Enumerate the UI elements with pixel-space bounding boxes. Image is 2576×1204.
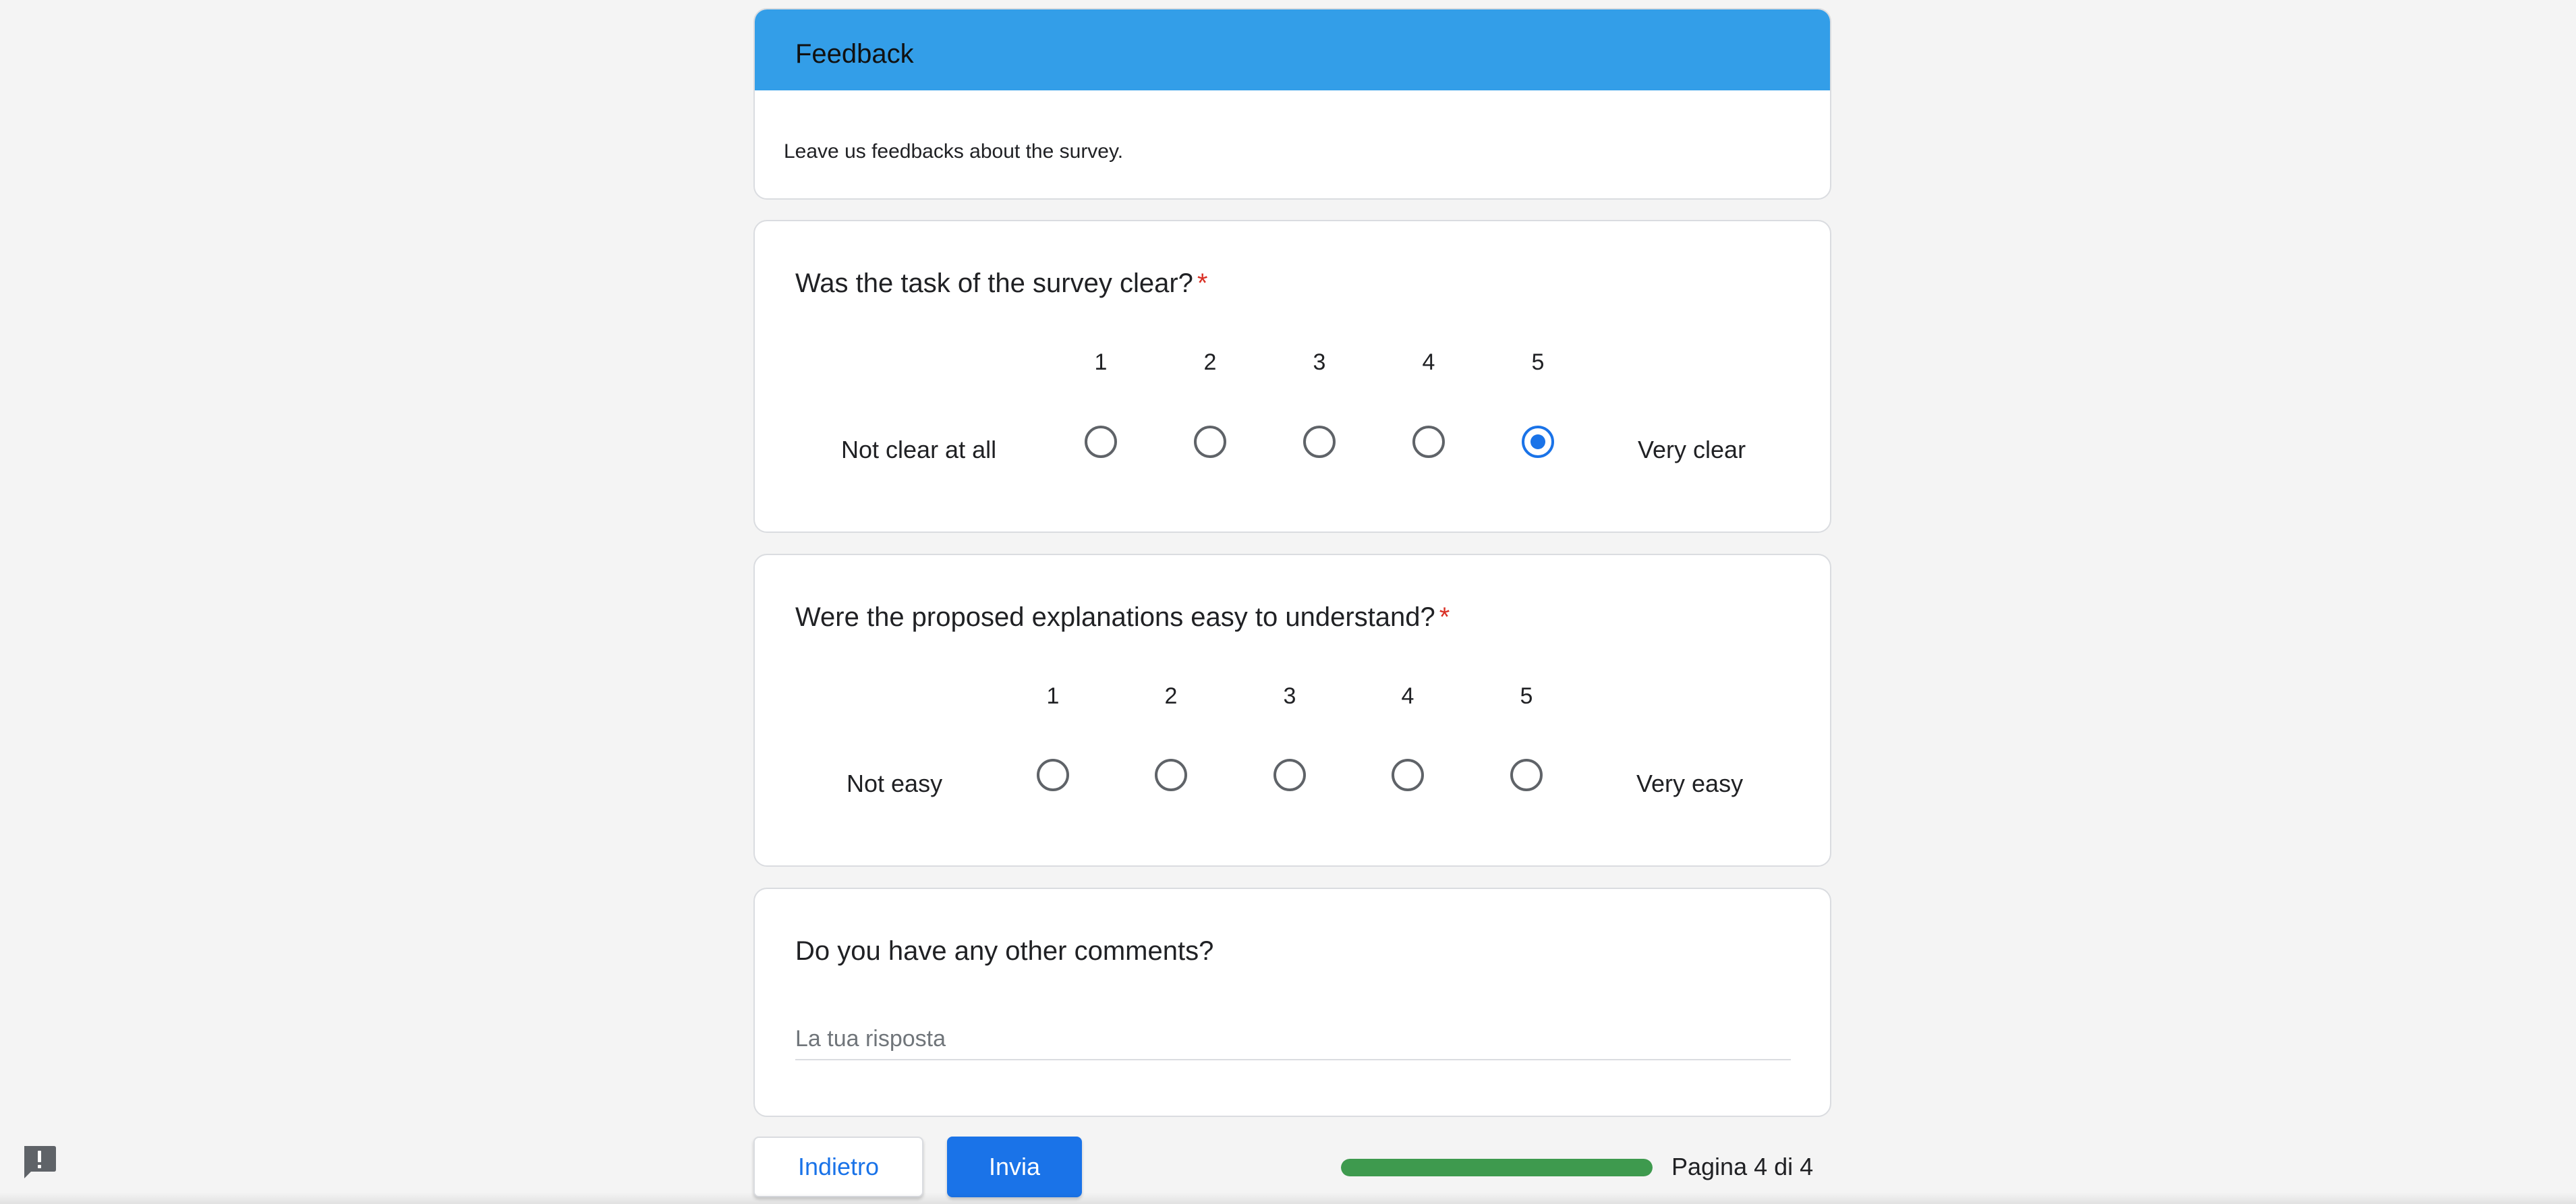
radio-option-3[interactable] (1303, 426, 1336, 458)
scale-number-1: 1 (1046, 683, 1060, 709)
back-button[interactable]: Indietro (753, 1137, 923, 1197)
required-asterisk: * (1439, 602, 1450, 632)
radio-option-4[interactable] (1392, 759, 1424, 791)
scale-number-4: 4 (1401, 683, 1414, 709)
scale-number-5: 5 (1520, 683, 1533, 709)
radio-option-4[interactable] (1412, 426, 1445, 458)
radio-option-3[interactable] (1273, 759, 1306, 791)
scale-min-label: Not clear at all (841, 436, 997, 463)
scale-number-1: 1 (1094, 349, 1108, 375)
scale-min-label: Not easy (847, 770, 943, 797)
required-asterisk: * (1197, 268, 1208, 298)
page-indicator: Pagina 4 di 4 (1671, 1153, 1814, 1180)
scale-number-3: 3 (1313, 349, 1326, 375)
radio-option-2[interactable] (1194, 426, 1226, 458)
question-card-explanations: Were the proposed explanations easy to u… (753, 554, 1831, 867)
report-problem-icon[interactable] (20, 1144, 58, 1180)
progress-bar (1341, 1159, 1653, 1176)
question-card-task-clarity: Was the task of the survey clear? * 1 2 3… (753, 220, 1831, 533)
scale-number-4: 4 (1422, 349, 1435, 375)
header-banner (755, 9, 1830, 90)
question-card-comments: Do you have any other comments? (753, 888, 1831, 1117)
scale-number-2: 2 (1164, 683, 1178, 709)
question-title: Were the proposed explanations easy to u… (795, 602, 1450, 632)
scale-number-5: 5 (1531, 349, 1545, 375)
scale-number-2: 2 (1203, 349, 1217, 375)
bottom-shadow (0, 1193, 2576, 1204)
radio-option-5[interactable] (1510, 759, 1543, 791)
question-title: Do you have any other comments? (795, 936, 1214, 966)
comments-input[interactable] (795, 1019, 1791, 1060)
form-title: Feedback (795, 39, 914, 69)
radio-option-5-selected[interactable] (1522, 426, 1554, 458)
radio-option-1[interactable] (1037, 759, 1069, 791)
progress-bar-fill (1341, 1159, 1653, 1176)
scale-number-3: 3 (1283, 683, 1296, 709)
radio-option-1[interactable] (1085, 426, 1117, 458)
scale-max-label: Very clear (1638, 436, 1746, 463)
radio-option-2[interactable] (1155, 759, 1187, 791)
form-description: Leave us feedbacks about the survey. (784, 140, 1124, 163)
form-header-card: Feedback Leave us feedbacks about the su… (753, 8, 1831, 200)
question-title: Was the task of the survey clear? * (795, 268, 1208, 298)
submit-button[interactable]: Invia (947, 1137, 1082, 1197)
scale-max-label: Very easy (1636, 770, 1744, 797)
